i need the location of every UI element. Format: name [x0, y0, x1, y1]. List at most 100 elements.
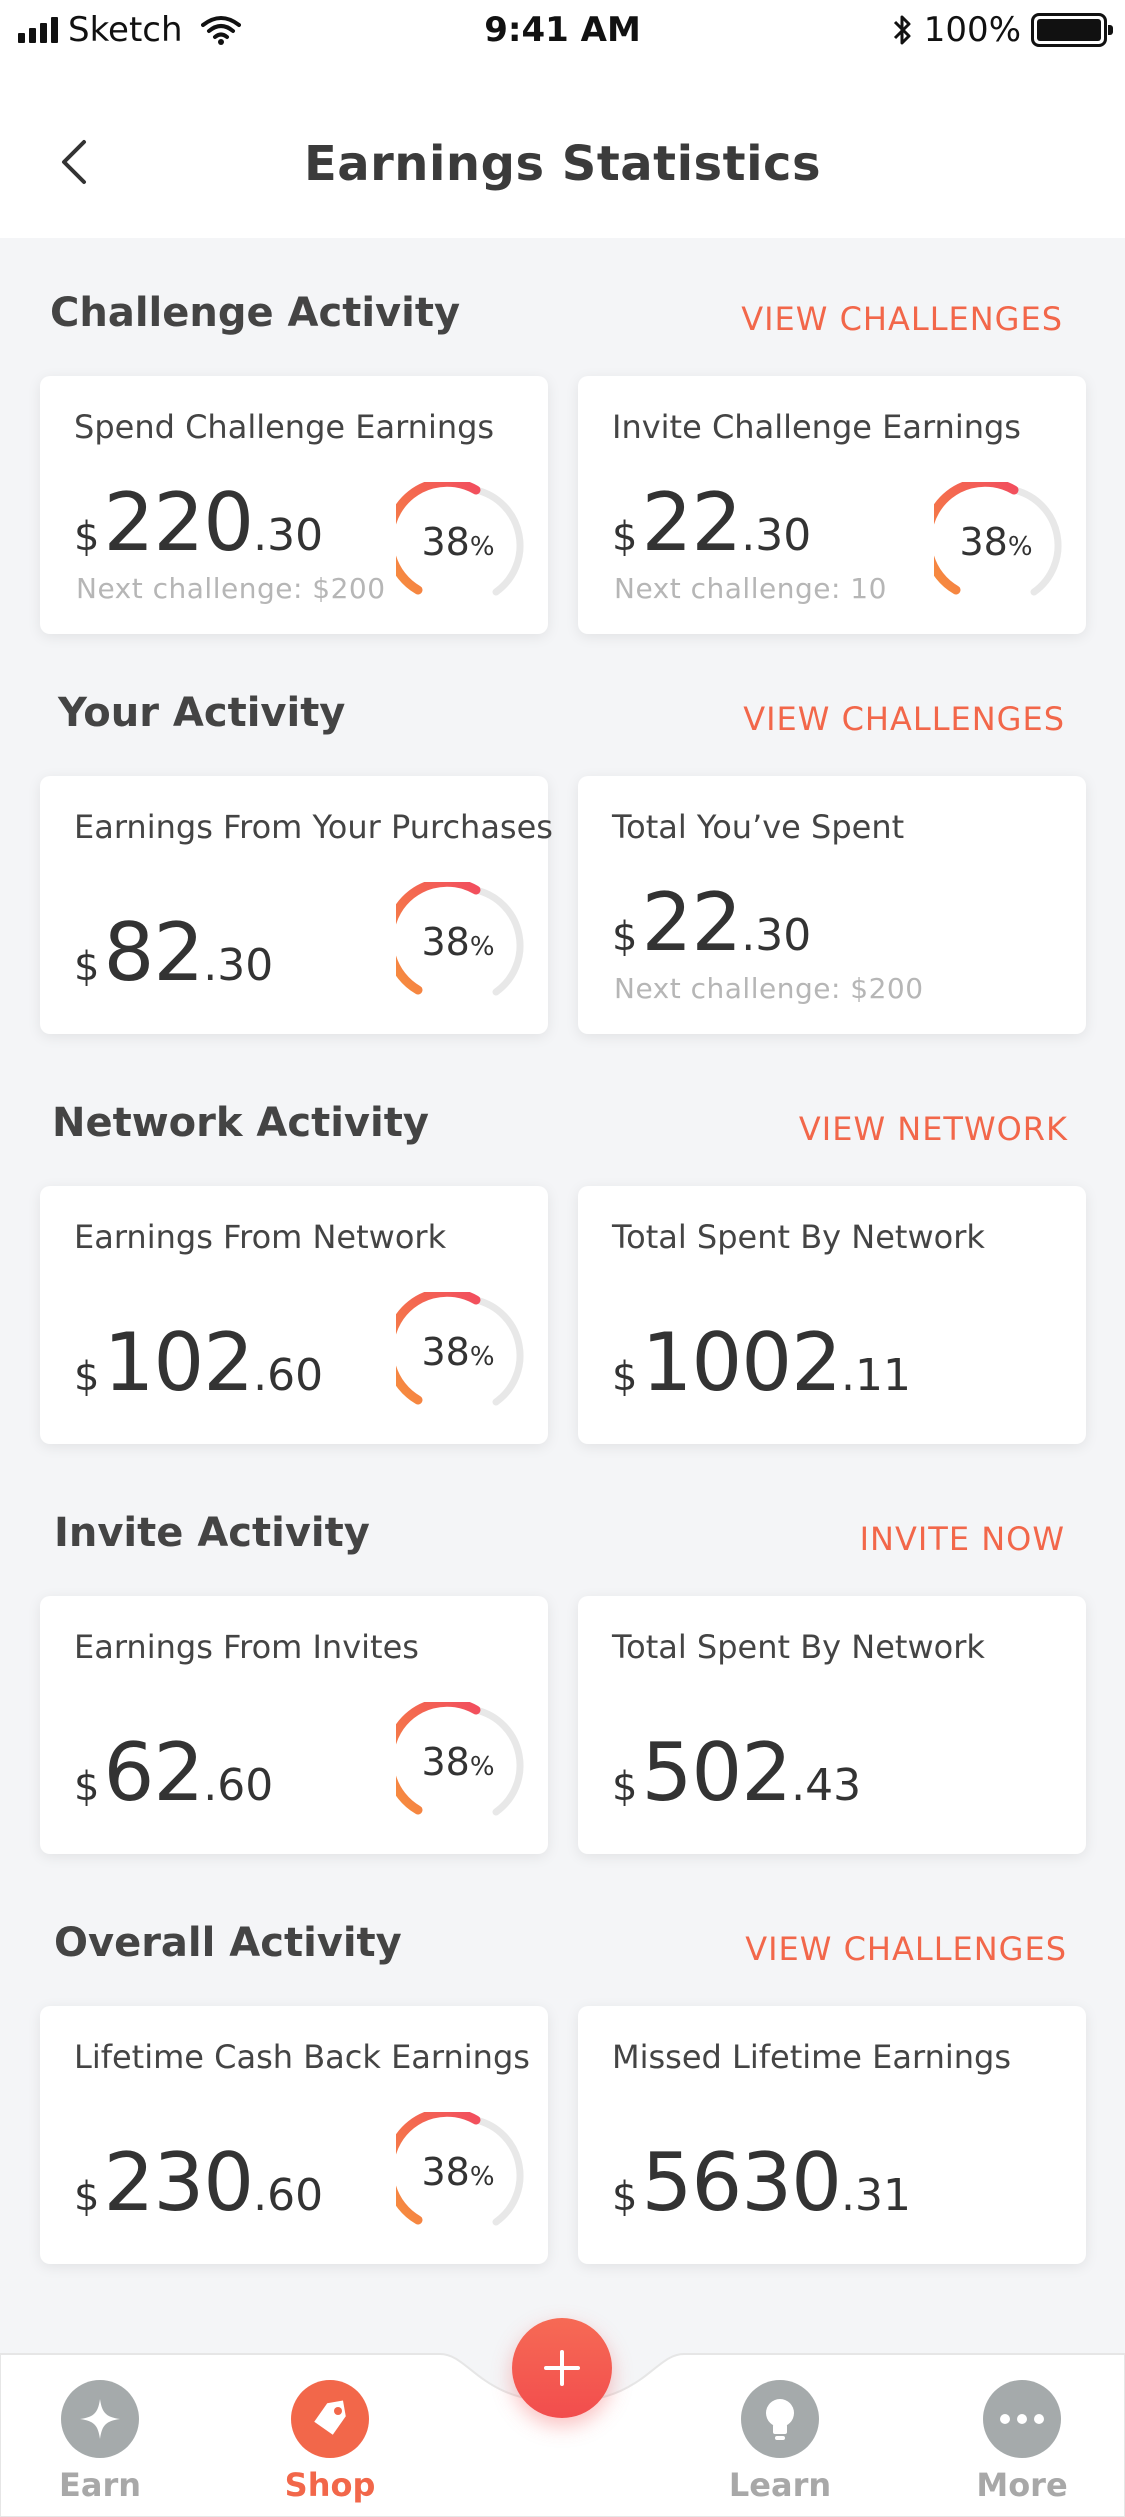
gauge-unit: %: [469, 1752, 495, 1782]
add-button[interactable]: [512, 2318, 612, 2418]
card-label: Total Spent By Network: [612, 1628, 985, 1666]
amount-whole: 5630: [641, 2136, 842, 2229]
tag-icon: [291, 2380, 369, 2458]
amount-decimal: .30: [741, 510, 812, 561]
card-label: Spend Challenge Earnings: [74, 408, 495, 446]
card-label: Total You’ve Spent: [612, 808, 905, 846]
tab-shop[interactable]: Shop: [240, 2380, 420, 2504]
section-title: Challenge Activity: [50, 290, 461, 336]
amount-decimal: .43: [791, 1760, 862, 1811]
stat-card[interactable]: Spend Challenge Earnings $220.30 Next chal…: [40, 376, 548, 634]
amount-whole: 22: [641, 476, 742, 569]
plus-icon: [544, 2350, 580, 2386]
stat-card[interactable]: Earnings From Your Purchases $82.30 38%: [40, 776, 553, 1034]
page-title: Earnings Statistics: [303, 136, 822, 192]
section-link-button[interactable]: VIEW CHALLENGES: [743, 700, 1065, 738]
progress-gauge: 38%: [396, 482, 526, 612]
card-label: Earnings From Your Purchases: [74, 808, 553, 846]
next-challenge-note: Next challenge: 10: [614, 572, 887, 605]
amount-currency: $: [74, 514, 100, 560]
card-label: Lifetime Cash Back Earnings: [74, 2038, 530, 2076]
card-amount: $220.30: [74, 476, 323, 569]
section-link-button[interactable]: VIEW CHALLENGES: [745, 1930, 1067, 1968]
gauge-percent: 38: [421, 1330, 470, 1374]
section-title: Overall Activity: [54, 1920, 402, 1966]
stat-card[interactable]: Lifetime Cash Back Earnings $230.60 38%: [40, 2006, 548, 2264]
progress-gauge: 38%: [396, 882, 526, 1012]
progress-gauge: 38%: [396, 2112, 526, 2242]
stat-card[interactable]: Total Spent By Network $1002.11: [578, 1186, 1086, 1444]
amount-currency: $: [612, 2174, 638, 2220]
tab-learn[interactable]: Learn: [690, 2380, 870, 2504]
card-amount: $82.30: [74, 906, 273, 999]
more-dots-icon: [983, 2380, 1061, 2458]
amount-whole: 82: [103, 906, 204, 999]
section-link-button[interactable]: INVITE NOW: [860, 1520, 1065, 1558]
tab-label: Shop: [284, 2466, 376, 2504]
stat-card[interactable]: Total You’ve Spent $22.30 Next challenge: …: [578, 776, 1086, 1034]
tab-more[interactable]: More: [932, 2380, 1112, 2504]
status-bar: Sketch 9:41 AM 100%: [0, 0, 1125, 64]
amount-decimal: .60: [203, 1760, 274, 1811]
amount-decimal: .60: [253, 2170, 324, 2221]
amount-decimal: .60: [253, 1350, 324, 1401]
section-title: Invite Activity: [54, 1510, 370, 1556]
amount-currency: $: [612, 514, 638, 560]
lightbulb-icon: [741, 2380, 819, 2458]
tab-earn[interactable]: Earn: [10, 2380, 190, 2504]
next-challenge-note: Next challenge: $200: [614, 972, 924, 1005]
gauge-unit: %: [469, 2162, 495, 2192]
header: Earnings Statistics: [0, 64, 1125, 238]
next-challenge-note: Next challenge: $200: [76, 572, 386, 605]
card-amount: $22.30: [612, 876, 811, 969]
amount-currency: $: [74, 2174, 100, 2220]
card-label: Earnings From Invites: [74, 1628, 419, 1666]
gauge-percent: 38: [421, 920, 470, 964]
amount-whole: 62: [103, 1726, 204, 1819]
gauge-unit: %: [469, 932, 495, 962]
amount-whole: 502: [641, 1726, 792, 1819]
card-amount: $62.60: [74, 1726, 273, 1819]
gauge-unit: %: [469, 1342, 495, 1372]
gauge-percent: 38: [421, 1740, 470, 1784]
progress-gauge: 38%: [934, 482, 1064, 612]
amount-decimal: .30: [203, 940, 274, 991]
card-amount: $5630.31: [612, 2136, 911, 2229]
bluetooth-icon: [893, 15, 911, 45]
stat-card[interactable]: Earnings From Network $102.60 38%: [40, 1186, 548, 1444]
stat-card[interactable]: Invite Challenge Earnings $22.30 Next chal…: [578, 376, 1086, 634]
amount-currency: $: [612, 1354, 638, 1400]
amount-decimal: .31: [841, 2170, 912, 2221]
stat-card[interactable]: Total Spent By Network $502.43: [578, 1596, 1086, 1854]
amount-decimal: .30: [741, 910, 812, 961]
card-amount: $102.60: [74, 1316, 323, 1409]
battery-percent: 100%: [923, 10, 1021, 50]
amount-whole: 1002: [641, 1316, 842, 1409]
amount-decimal: .11: [841, 1350, 912, 1401]
section-title: Network Activity: [52, 1100, 429, 1146]
card-amount: $22.30: [612, 476, 811, 569]
section-title: Your Activity: [58, 690, 346, 736]
gauge-unit: %: [1007, 532, 1033, 562]
amount-decimal: .30: [253, 510, 324, 561]
section-link-button[interactable]: VIEW NETWORK: [799, 1110, 1068, 1148]
amount-whole: 22: [641, 876, 742, 969]
card-amount: $502.43: [612, 1726, 861, 1819]
card-label: Total Spent By Network: [612, 1218, 985, 1256]
amount-whole: 102: [103, 1316, 254, 1409]
stat-card[interactable]: Missed Lifetime Earnings $5630.31: [578, 2006, 1086, 2264]
amount-currency: $: [74, 944, 100, 990]
progress-gauge: 38%: [396, 1292, 526, 1422]
gauge-unit: %: [469, 532, 495, 562]
sparkle-icon: [61, 2380, 139, 2458]
stat-card[interactable]: Earnings From Invites $62.60 38%: [40, 1596, 548, 1854]
tab-label: More: [976, 2466, 1068, 2504]
amount-whole: 220: [103, 476, 254, 569]
card-label: Invite Challenge Earnings: [612, 408, 1021, 446]
section-link-button[interactable]: VIEW CHALLENGES: [741, 300, 1063, 338]
progress-gauge: 38%: [396, 1702, 526, 1832]
amount-currency: $: [74, 1764, 100, 1810]
card-label: Earnings From Network: [74, 1218, 447, 1256]
card-amount: $230.60: [74, 2136, 323, 2229]
amount-currency: $: [612, 914, 638, 960]
